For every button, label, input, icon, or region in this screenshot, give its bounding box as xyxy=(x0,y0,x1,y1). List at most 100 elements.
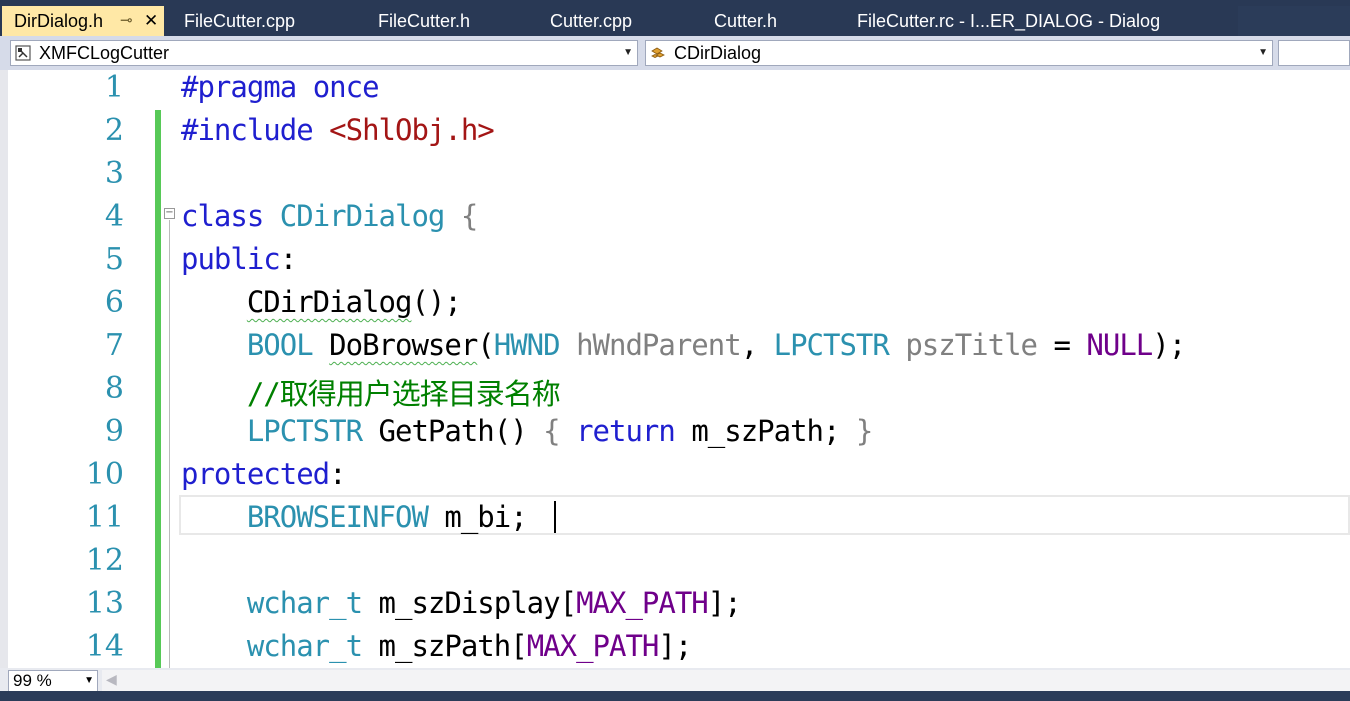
type: wchar_t xyxy=(246,586,363,620)
tab-label: Cutter.cpp xyxy=(550,11,633,31)
code-line-4: class CDirDialog { xyxy=(181,199,478,233)
keyword: public xyxy=(181,242,281,276)
punctuation: (); xyxy=(411,285,461,319)
type: LPCTSTR xyxy=(773,328,890,362)
scope-name: CDirDialog xyxy=(674,43,762,63)
preprocessor-keyword: #pragma xyxy=(181,70,297,104)
line-number: 3 xyxy=(104,156,124,191)
keyword: return xyxy=(576,414,676,448)
member-name: m_szDisplay xyxy=(378,586,561,620)
line-number: 1 xyxy=(104,70,124,105)
line-number: 10 xyxy=(85,457,124,492)
change-indicator xyxy=(155,110,161,196)
line-number: 9 xyxy=(104,414,124,449)
function-name: CDirDialog xyxy=(246,285,413,319)
keyword: once xyxy=(312,70,380,104)
tab-cutter-h[interactable]: Cutter.h xyxy=(714,6,777,36)
function-name: GetPath xyxy=(378,414,495,448)
scope-dropdown[interactable]: CDirDialog ▼ xyxy=(645,40,1273,66)
line-number: 7 xyxy=(104,328,124,363)
line-number: 12 xyxy=(85,543,124,578)
fold-guide xyxy=(169,220,170,668)
tab-filecutter-h[interactable]: FileCutter.h xyxy=(378,6,470,36)
project-dropdown[interactable]: XMFCLogCutter ▼ xyxy=(10,40,638,66)
tab-label: DirDialog.h xyxy=(14,11,104,31)
parameter: pszTitle xyxy=(905,328,1038,362)
chevron-down-icon: ▼ xyxy=(84,675,94,686)
punctuation: , xyxy=(740,328,758,362)
chevron-down-icon: ▼ xyxy=(1258,47,1268,58)
member-dropdown[interactable] xyxy=(1278,40,1350,66)
code-line-11: BROWSEINFOW m_bi; xyxy=(181,500,528,534)
code-line-5: public: xyxy=(181,242,297,276)
code-line-1: #pragma once xyxy=(181,70,380,104)
window-frame-bottom xyxy=(0,691,1350,701)
member-name: m_szPath xyxy=(378,629,512,663)
chevron-down-icon: ▼ xyxy=(623,47,633,58)
line-number: 6 xyxy=(104,285,124,320)
line-number: 14 xyxy=(85,629,124,664)
punctuation: : xyxy=(329,457,346,491)
function-name: DoBrowser xyxy=(329,328,478,362)
project-name: XMFCLogCutter xyxy=(39,43,170,63)
tab-label: FileCutter.h xyxy=(378,11,471,31)
code-line-8: //取得用户选择目录名称 xyxy=(181,371,561,413)
tab-dirdialog-h[interactable]: DirDialog.h ⊸ ✕ xyxy=(2,6,164,36)
type: HWND xyxy=(493,328,561,362)
code-line-9: LPCTSTR GetPath() { return m_szPath; } xyxy=(181,414,874,448)
code-line-13: wchar_t m_szDisplay[MAX_PATH]; xyxy=(181,586,742,620)
close-icon[interactable]: ✕ xyxy=(144,6,158,36)
type: LPCTSTR xyxy=(246,414,363,448)
project-icon xyxy=(15,45,31,61)
include-path: <ShlObj.h> xyxy=(329,113,495,147)
class-name: CDirDialog xyxy=(279,199,446,233)
punctuation: [ xyxy=(559,586,577,620)
punctuation: ]; xyxy=(658,629,692,663)
horizontal-scrollbar[interactable]: ◀ xyxy=(102,670,1350,692)
zoom-dropdown[interactable]: 99 % ▼ xyxy=(8,670,98,692)
parameter: hWndParent xyxy=(576,328,742,362)
collapse-icon[interactable]: − xyxy=(164,208,175,219)
editor-left-margin xyxy=(0,70,8,668)
tab-filecutter-rc[interactable]: FileCutter.rc - I...ER_DIALOG - Dialog xyxy=(857,6,1160,36)
punctuation: ( xyxy=(477,328,494,362)
text-caret xyxy=(554,501,556,533)
line-number: 5 xyxy=(104,242,124,277)
code-line-7: BOOL DoBrowser(HWND hWndParent, LPCTSTR … xyxy=(181,328,1186,362)
change-indicator xyxy=(155,196,161,668)
line-number: 8 xyxy=(104,371,124,406)
keyword: class xyxy=(181,199,264,233)
macro: MAX_PATH xyxy=(576,586,709,620)
punctuation: () xyxy=(493,414,528,448)
navigation-bar: XMFCLogCutter ▼ CDirDialog ▼ xyxy=(0,36,1350,70)
code-line-6: CDirDialog(); xyxy=(181,285,462,319)
tab-filecutter-cpp[interactable]: FileCutter.cpp xyxy=(184,6,295,36)
pin-icon[interactable]: ⊸ xyxy=(120,6,133,36)
punctuation: : xyxy=(279,242,297,276)
code-line-14: wchar_t m_szPath[MAX_PATH]; xyxy=(181,629,692,663)
code-line-10: protected: xyxy=(181,457,347,491)
macro: NULL xyxy=(1086,328,1153,362)
line-number: 2 xyxy=(104,113,124,148)
brace: { xyxy=(460,199,478,233)
operator: = xyxy=(1053,328,1070,362)
brace: { xyxy=(543,414,560,448)
preprocessor-keyword: #include xyxy=(181,113,314,147)
tab-cutter-cpp[interactable]: Cutter.cpp xyxy=(550,6,632,36)
expression: m_szPath; xyxy=(691,414,840,448)
code-line-2: #include <ShlObj.h> xyxy=(181,113,495,147)
document-tab-strip: DirDialog.h ⊸ ✕ FileCutter.cpp FileCutte… xyxy=(0,0,1350,36)
tab-label: FileCutter.rc - I...ER_DIALOG - Dialog xyxy=(857,11,1161,31)
keyword: protected xyxy=(181,457,330,491)
line-number: 13 xyxy=(85,586,124,621)
type: BROWSEINFOW xyxy=(246,500,429,534)
punctuation: ]; xyxy=(707,586,742,620)
member-declaration: m_bi; xyxy=(444,500,527,534)
scroll-left-icon[interactable]: ◀ xyxy=(106,672,117,688)
brace: } xyxy=(855,414,873,448)
code-editor[interactable]: − 1 2 3 4 5 6 7 8 9 10 11 12 13 14 #prag… xyxy=(0,70,1350,668)
tab-label: Cutter.h xyxy=(714,11,778,31)
line-number: 4 xyxy=(104,199,124,234)
line-number: 11 xyxy=(85,500,124,535)
punctuation: ); xyxy=(1152,328,1186,362)
